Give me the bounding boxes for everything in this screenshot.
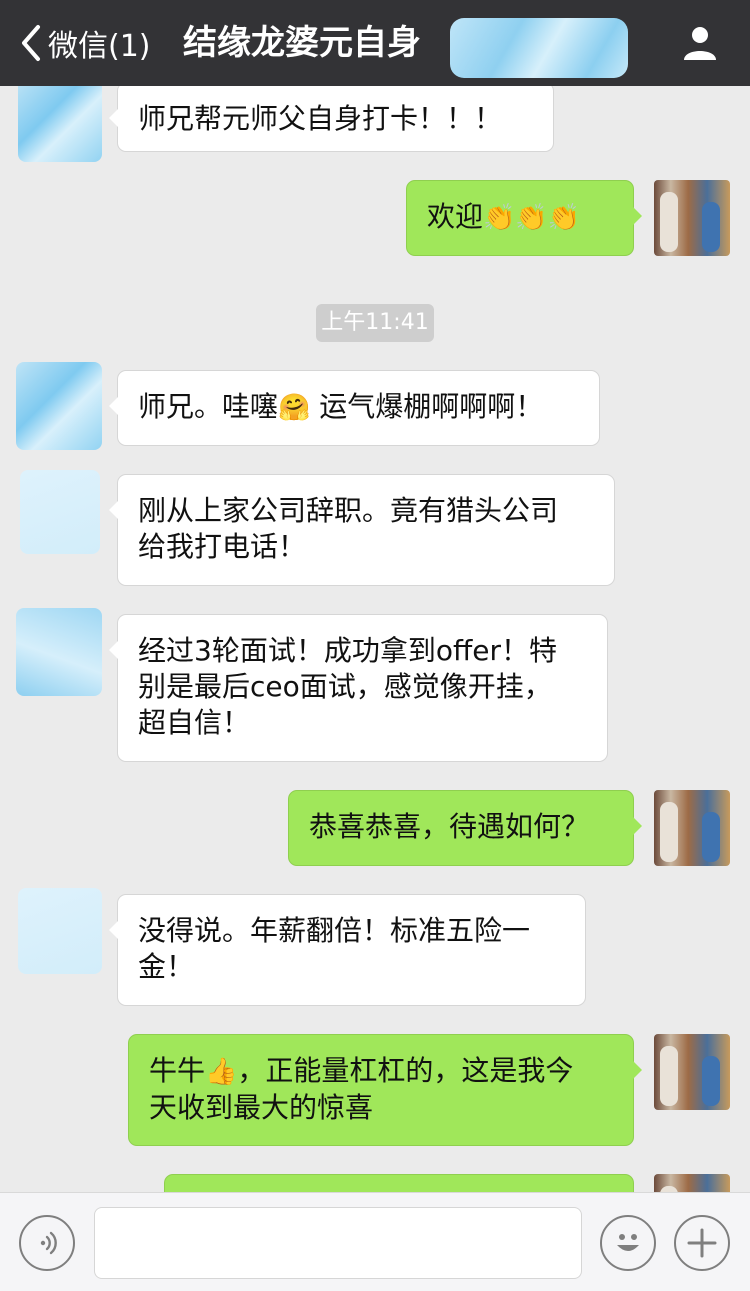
message-bubble[interactable]: 欢迎👏👏👏 [406,180,642,256]
my-avatar[interactable] [654,1174,730,1192]
message-line: 金！ [138,950,195,983]
hugging-face-emoji: 🤗 [278,393,311,423]
chevron-left-icon [22,25,40,61]
smiley-icon [617,1234,639,1251]
message-line: 给我打电话！ [138,530,307,563]
input-bar [0,1192,750,1291]
contact-avatar[interactable] [16,362,102,450]
my-avatar[interactable] [654,1034,730,1110]
clapping-hands-emoji: 👏👏👏 [483,203,581,233]
message-bubble[interactable]: 师兄帮元师父自身打卡！！！ [109,86,554,152]
message-text: 牛牛 [149,1054,206,1087]
timestamp: 上午11:41 [316,304,434,342]
message-line: 超自信！ [138,706,251,739]
voice-button[interactable] [19,1215,75,1271]
my-avatar[interactable] [654,790,730,866]
message-line: 没得说。年薪翻倍！标准五险一 [138,914,531,947]
message-bubble[interactable]: 没得说。年薪翻倍！标准五险一 金！ [109,894,586,1006]
message-list[interactable]: 师兄帮元师父自身打卡！！！ 欢迎👏👏👏 上午11:41 师兄。哇噻🤗 运气爆棚啊… [0,86,750,1192]
contact-avatar[interactable] [16,608,102,696]
message-bubble[interactable] [164,1174,634,1192]
message-text: 师兄。哇噻 [138,390,279,423]
title-redaction [450,18,628,78]
message-line: ，正能量杠杠的，这是我今 [237,1054,574,1087]
message-bubble[interactable]: 经过3轮面试！成功拿到offer！特 别是最后ceo面试，感觉像开挂， 超自信！ [109,614,608,762]
message-bubble[interactable]: 师兄。哇噻🤗 运气爆棚啊啊啊！ [109,370,600,446]
chat-info-button[interactable] [674,18,726,68]
chat-header: 微信(1) 结缘龙婆元自身 [0,0,750,86]
contact-avatar[interactable] [20,470,100,554]
plus-icon [687,1228,717,1258]
message-text: 运气爆棚啊啊啊！ [310,390,544,423]
more-button[interactable] [674,1215,730,1271]
message-text: 恭喜恭喜，待遇如何？ [309,810,590,843]
message-line: 经过3轮面试！成功拿到offer！特 [138,634,557,667]
voice-icon [40,1231,57,1255]
message-text: 欢迎 [427,200,484,233]
message-line: 别是最后ceo面试，感觉像开挂， [138,670,552,703]
my-avatar[interactable] [654,180,730,256]
back-button[interactable]: 微信(1) [18,20,151,66]
chat-title: 结缘龙婆元自身 [183,23,421,63]
message-bubble[interactable]: 刚从上家公司辞职。竟有猎头公司 给我打电话！ [109,474,615,586]
message-bubble[interactable]: 恭喜恭喜，待遇如何？ [288,790,642,866]
person-icon [684,27,716,60]
message-bubble[interactable]: 牛牛👍，正能量杠杠的，这是我今 天收到最大的惊喜 [128,1034,642,1146]
emoji-button[interactable] [600,1215,656,1271]
message-text: 师兄帮元师父自身打卡！！！ [138,102,503,135]
message-line: 刚从上家公司辞职。竟有猎头公司 [138,494,559,527]
contact-avatar[interactable] [18,888,102,974]
contact-avatar[interactable] [18,86,102,162]
back-label: 微信(1) [48,29,151,64]
thumbs-up-emoji: 👍 [205,1057,238,1087]
message-line: 天收到最大的惊喜 [149,1091,374,1124]
message-input[interactable] [94,1207,582,1279]
